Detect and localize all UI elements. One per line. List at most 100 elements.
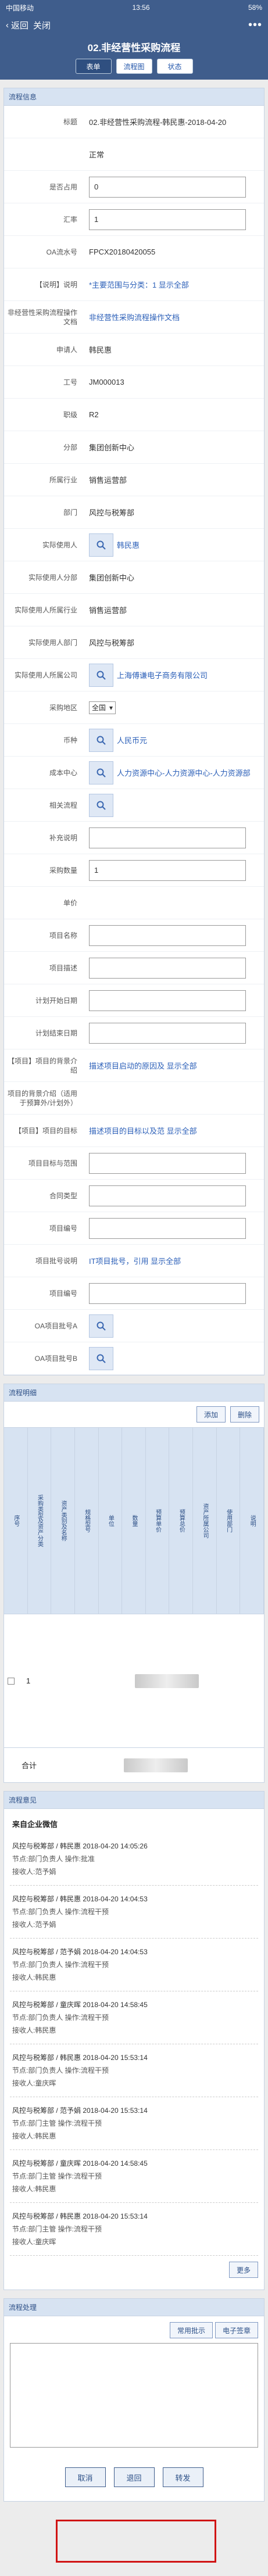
info-row: 项目编号	[4, 1212, 264, 1245]
search-icon[interactable]	[89, 761, 113, 784]
field-input[interactable]	[89, 1217, 246, 1239]
field-label: 分部	[63, 443, 77, 452]
field-value: IT项目批号，引用 显示全部	[89, 1257, 181, 1266]
info-row: 实际使用人所属行业 销售运营部	[4, 594, 264, 626]
field-value: 描述项目启动的原因及 显示全部	[89, 1062, 197, 1070]
opinion-who: 风控与税筹部 / 童庆晖 2018-04-20 14:58:45	[12, 2159, 148, 2167]
search-icon[interactable]	[89, 1314, 113, 1338]
search-icon[interactable]	[89, 533, 113, 557]
search-icon[interactable]	[89, 1346, 113, 1370]
field-value: 描述项目的目标以及范 显示全部	[89, 1127, 197, 1135]
field-label: 是否占用	[49, 182, 77, 191]
close-button[interactable]: 关闭	[33, 19, 51, 31]
field-value-cell: R2	[84, 407, 264, 422]
picker-value[interactable]: 上海傅谦电子商务有限公司	[117, 669, 208, 680]
info-row: OA流水号 FPCX20180420055	[4, 236, 264, 268]
field-value: 风控与税筹部	[89, 639, 135, 647]
tab-status[interactable]: 状态	[156, 59, 193, 74]
search-icon[interactable]	[89, 793, 113, 817]
opinion-recv: 接收人:韩民惠	[12, 2185, 56, 2193]
opinion-section-title: 流程意见	[4, 1792, 264, 1809]
field-value: JM000013	[89, 378, 124, 386]
picker-value[interactable]: 人民币元	[117, 735, 147, 746]
info-row: 实际使用人 韩民惠	[4, 529, 264, 561]
return-button[interactable]: 退回	[113, 2467, 155, 2487]
field-value-cell: 人力资源中心-人力资源中心-人力资源部	[84, 758, 264, 788]
remark-textarea[interactable]	[10, 2343, 258, 2448]
more-button[interactable]: 更多	[228, 2262, 258, 2278]
info-row: 实际使用人所属公司 上海傅谦电子商务有限公司	[4, 659, 264, 692]
picker-value[interactable]: 人力资源中心-人力资源中心-人力资源部	[117, 767, 251, 778]
field-value: 集团创新中心	[89, 443, 135, 452]
status-bar: 中国移动 13:56 58%	[0, 0, 268, 15]
picker	[89, 793, 259, 817]
field-value-cell	[84, 954, 264, 982]
field-label: 相关流程	[49, 801, 77, 809]
field-input[interactable]	[89, 1282, 246, 1304]
opinion-recv: 接收人:韩民惠	[12, 2026, 56, 2034]
carrier-label: 中国移动	[6, 3, 34, 12]
forward-button[interactable]: 转发	[162, 2467, 203, 2487]
opinion-recv: 接收人:童庆晖	[12, 2238, 56, 2246]
common-remarks-button[interactable]: 常用批示	[169, 2322, 213, 2338]
field-input[interactable]: 0	[89, 176, 246, 198]
info-row: 【说明】说明 *主要范围与分类：1 显示全部	[4, 268, 264, 301]
cancel-button[interactable]: 取消	[65, 2467, 106, 2487]
field-value: 集团创新中心	[89, 574, 135, 582]
field-label: 币种	[63, 736, 77, 744]
delete-row-button[interactable]: 删除	[230, 1406, 259, 1423]
picker	[89, 1314, 259, 1338]
field-input[interactable]	[89, 925, 246, 946]
back-label: 返回	[11, 20, 29, 31]
table-header-cell: 预算总价	[169, 1428, 194, 1614]
info-row: 非经营性采购流程操作文档 非经营性采购流程操作文档	[4, 301, 264, 334]
field-input[interactable]: 1	[89, 859, 246, 881]
table-header-cell: 资产所属公司	[193, 1428, 217, 1614]
field-label: 【项目】项目的背景介绍	[7, 1056, 77, 1074]
chevron-left-icon: ‹	[6, 20, 9, 30]
field-label: OA项目批号B	[34, 1354, 77, 1363]
field-input[interactable]	[89, 990, 246, 1011]
search-icon[interactable]	[89, 728, 113, 752]
field-input[interactable]	[89, 827, 246, 848]
field-value: 风控与税筹部	[89, 508, 135, 517]
field-label: 计划开始日期	[35, 996, 77, 1005]
opinion-item: 风控与税筹部 / 韩民惠 2018-04-20 14:05:26 节点:部门负责人…	[10, 1833, 258, 1886]
table-header-cell: 说明	[240, 1428, 265, 1614]
field-input[interactable]	[89, 1185, 246, 1206]
field-label: 项目编号	[49, 1289, 77, 1298]
field-label: OA流水号	[46, 248, 77, 256]
search-icon[interactable]	[89, 663, 113, 687]
field-label: 实际使用人分部	[28, 573, 77, 582]
table-header-cell: 序号	[4, 1428, 28, 1614]
opinion-node: 节点:部门负责人 操作:流程干预	[12, 1961, 109, 1969]
field-input[interactable]	[89, 1152, 246, 1174]
picker-value[interactable]: 韩民惠	[117, 539, 140, 550]
opinion-who: 风控与税筹部 / 范予娟 2018-04-20 15:53:14	[12, 2106, 148, 2115]
info-row: 正常	[4, 138, 264, 171]
field-input[interactable]: 1	[89, 209, 246, 230]
field-label: 实际使用人所属行业	[14, 606, 77, 614]
region-select[interactable]: 全国 ▾	[89, 701, 116, 714]
opinion-item: 风控与税筹部 / 韩民惠 2018-04-20 14:04:53 节点:部门负责人…	[10, 1886, 258, 1939]
tab-form[interactable]: 表单	[75, 59, 112, 74]
opinion-node: 节点:部门主管 操作:流程干预	[12, 2119, 102, 2127]
info-row: 采购地区 全国 ▾	[4, 692, 264, 724]
row-checkbox[interactable]	[8, 1677, 15, 1685]
e-sign-button[interactable]: 电子签章	[215, 2322, 258, 2338]
field-input[interactable]	[89, 1022, 246, 1044]
field-value-cell: 集团创新中心	[84, 568, 264, 586]
opinion-who: 风控与税筹部 / 童庆晖 2018-04-20 14:58:45	[12, 2001, 148, 2009]
back-button[interactable]: ‹ 返回	[6, 19, 28, 31]
field-label: 采购地区	[49, 703, 77, 712]
add-row-button[interactable]: 添加	[196, 1406, 226, 1423]
opinion-who: 风控与税筹部 / 韩民惠 2018-04-20 14:04:53	[12, 1895, 148, 1903]
more-icon[interactable]: •••	[248, 19, 262, 32]
field-input[interactable]	[89, 957, 246, 979]
field-value-cell	[84, 987, 264, 1015]
table-header-cell: 资产类别及名称	[51, 1428, 75, 1614]
opinion-recv: 接收人:韩民惠	[12, 2132, 56, 2140]
info-row: 汇率 1	[4, 203, 264, 236]
blurred-total	[124, 1758, 188, 1772]
tab-flowchart[interactable]: 流程图	[116, 59, 152, 74]
